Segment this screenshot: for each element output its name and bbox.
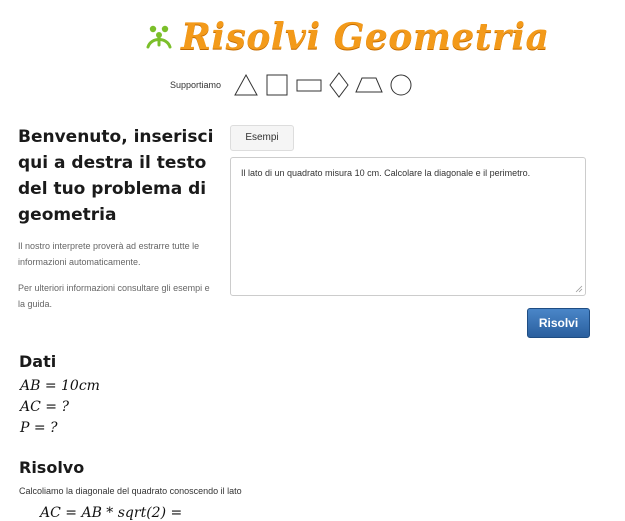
intro-paragraph-1: Il nostro interprete proverà ad estrarre… [18,241,200,267]
step-text: Calcoliamo la diagonale del quadrato con… [19,486,242,496]
intro: Benvenuto, inserisci qui a destra il tes… [18,124,218,312]
trapezoid-icon [355,77,383,93]
circle-icon [390,74,412,96]
solve-button[interactable]: Risolvi [527,308,590,338]
problem-text: Il lato di un quadrato misura 10 cm. Cal… [241,168,531,178]
resize-grip-icon[interactable] [575,285,583,293]
frog-icon [146,25,172,49]
shape-list [233,72,413,98]
formula-line: AC = AB * sqrt(2) = [40,505,183,521]
square-icon [266,74,288,96]
data-line: P = ? [20,420,58,436]
examples-button[interactable]: Esempi [230,125,294,151]
supported-label: Supportiamo [170,80,222,90]
data-section-title: Dati [19,352,57,371]
data-line: AB = 10cm [20,378,100,394]
problem-textarea[interactable]: Il lato di un quadrato misura 10 cm. Cal… [230,157,586,296]
rectangle-icon [296,79,322,92]
app-title: Risolvi Geometria [181,16,550,58]
solve-section-title: Risolvo [19,458,85,477]
supported-shapes: Supportiamo [170,70,413,100]
intro-paragraph-2: Per ulteriori informazioni consultare gl… [18,283,210,309]
rhombus-icon [329,72,349,98]
intro-heading: Benvenuto, inserisci qui a destra il tes… [18,127,214,225]
data-line: AC = ? [20,399,69,415]
triangle-icon [234,73,258,96]
header: Risolvi Geometria [0,12,625,62]
logo[interactable]: Risolvi Geometria [145,12,549,62]
